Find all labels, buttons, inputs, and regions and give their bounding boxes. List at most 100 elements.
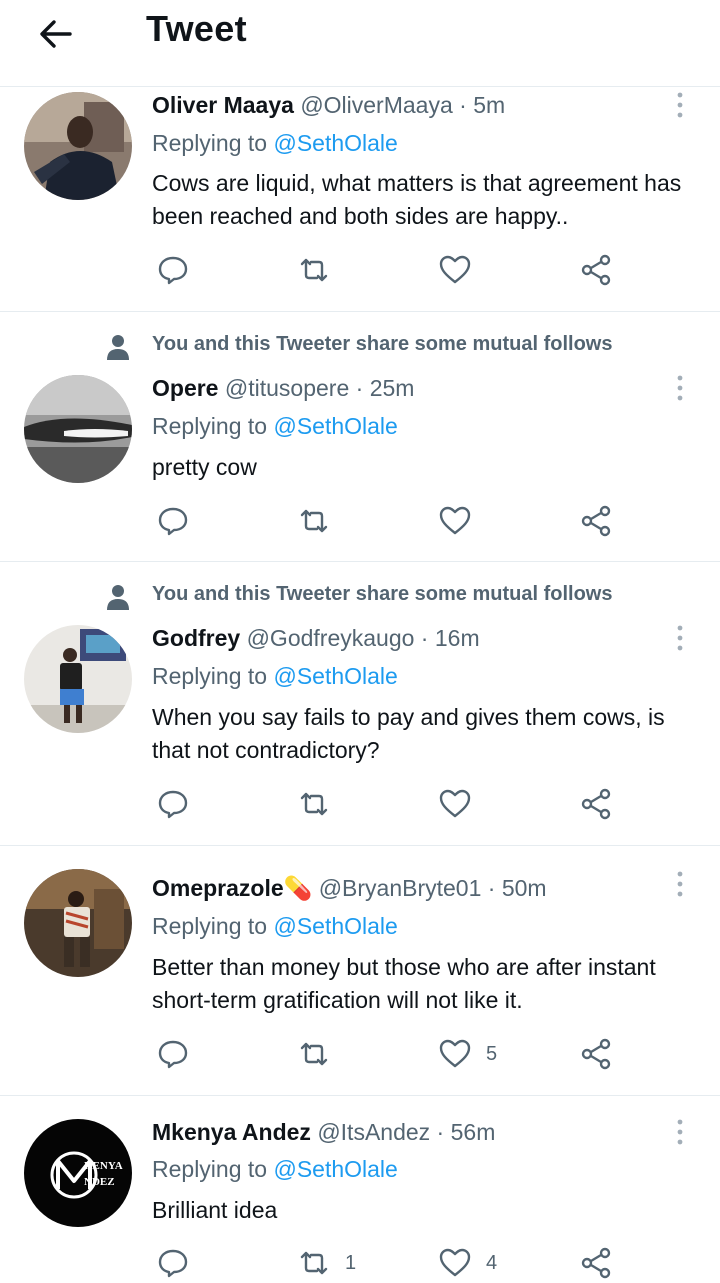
avatar-logo-line2: NDEZ: [84, 1176, 115, 1188]
reply-mention-link[interactable]: @SethOlale: [273, 413, 397, 439]
reply-mention-link[interactable]: @SethOlale: [273, 913, 397, 939]
tweet-reply[interactable]: Omeprazole💊 @BryanBryte01 · 50m Replying…: [0, 845, 720, 1096]
reply-mention-link[interactable]: @SethOlale: [273, 663, 397, 689]
avatar[interactable]: KENYA NDEZ: [24, 1119, 132, 1227]
tweet-header: Mkenya Andez @ItsAndez · 56m: [152, 1119, 495, 1146]
tweet-text: When you say fails to pay and gives them…: [152, 704, 665, 763]
replying-to-label: Replying to: [152, 913, 268, 939]
retweet-button[interactable]: [297, 1034, 345, 1074]
retweet-button[interactable]: [297, 784, 345, 824]
separator-dot: ·: [355, 375, 364, 401]
tweet-time[interactable]: 5m: [473, 92, 505, 118]
reply-button[interactable]: [156, 1034, 190, 1074]
tweet-reply[interactable]: Oliver Maaya @OliverMaaya · 5m Replying …: [0, 86, 720, 312]
tweet-header: Godfrey @Godfreykaugo · 16m: [152, 625, 480, 652]
tweet-actions: [152, 501, 622, 541]
tweet-time[interactable]: 50m: [502, 875, 547, 901]
like-count: 5: [486, 1042, 498, 1065]
social-context: You and this Tweeter share some mutual f…: [152, 583, 613, 605]
more-options-icon[interactable]: [670, 623, 690, 653]
heart-icon: [439, 506, 471, 535]
reply-mention-link[interactable]: @SethOlale: [273, 130, 397, 156]
author-handle[interactable]: @ItsAndez: [317, 1119, 430, 1145]
separator-dot: ·: [459, 92, 467, 118]
share-button[interactable]: [579, 1034, 613, 1074]
author-handle[interactable]: @OliverMaaya: [300, 92, 452, 118]
replying-to: Replying to @SethOlale: [152, 413, 398, 440]
retweet-icon: [300, 1042, 328, 1066]
replying-to: Replying to @SethOlale: [152, 130, 398, 157]
like-button[interactable]: 5: [438, 1034, 497, 1074]
pill-emoji: 💊: [283, 875, 313, 901]
reply-icon: [158, 256, 188, 285]
page-title: Tweet: [146, 8, 247, 49]
retweet-icon: [300, 1251, 328, 1275]
tweet-text: pretty cow: [152, 454, 257, 480]
like-button[interactable]: 4: [438, 1243, 497, 1283]
like-button[interactable]: [438, 501, 486, 541]
reply-button[interactable]: [156, 784, 190, 824]
author-name[interactable]: Omeprazole: [152, 875, 284, 901]
avatar[interactable]: [24, 869, 132, 977]
replying-to: Replying to @SethOlale: [152, 663, 398, 690]
reply-icon: [158, 1249, 188, 1278]
tweet-actions: [152, 784, 622, 824]
avatar-logo-line1: KENYA: [84, 1160, 123, 1172]
more-options-icon[interactable]: [670, 373, 690, 403]
share-button[interactable]: [579, 250, 613, 290]
heart-icon: [439, 1039, 471, 1068]
separator-dot: ·: [436, 1119, 445, 1145]
share-button[interactable]: [579, 501, 613, 541]
tweet-header: Oliver Maaya @OliverMaaya · 5m: [152, 92, 505, 119]
author-handle[interactable]: @Godfreykaugo: [247, 625, 415, 651]
tweet-reply[interactable]: KENYA NDEZ Mkenya Andez @ItsAndez · 56m …: [0, 1095, 720, 1281]
author-handle[interactable]: @titusopere: [225, 375, 349, 401]
retweet-icon: [300, 509, 328, 533]
share-button[interactable]: [579, 784, 613, 824]
replying-to: Replying to @SethOlale: [152, 1156, 398, 1183]
reply-icon: [158, 790, 188, 819]
reply-button[interactable]: [156, 501, 190, 541]
like-button[interactable]: [438, 250, 486, 290]
retweet-button[interactable]: [297, 250, 345, 290]
author-name[interactable]: Oliver Maaya: [152, 92, 294, 118]
person-icon: [107, 335, 129, 360]
reply-icon: [158, 1040, 188, 1069]
retweet-button[interactable]: 1: [297, 1243, 356, 1283]
author-name[interactable]: Godfrey: [152, 625, 240, 651]
reply-button[interactable]: [156, 1243, 190, 1283]
tweet-time[interactable]: 16m: [435, 625, 480, 651]
reply-mention-link[interactable]: @SethOlale: [273, 1156, 397, 1182]
share-button[interactable]: [579, 1243, 613, 1283]
reply-button[interactable]: [156, 250, 190, 290]
tweet-text: Brilliant idea: [152, 1197, 278, 1223]
author-name[interactable]: Opere: [152, 375, 218, 401]
avatar[interactable]: [24, 625, 132, 733]
tweet-actions: 1 4: [152, 1243, 622, 1283]
avatar[interactable]: [24, 375, 132, 483]
avatar[interactable]: [24, 92, 132, 200]
more-options-icon[interactable]: [670, 90, 690, 120]
like-button[interactable]: [438, 784, 486, 824]
share-icon: [581, 1247, 611, 1279]
separator-dot: ·: [420, 625, 429, 651]
more-options-icon[interactable]: [670, 869, 690, 899]
tweet-time[interactable]: 25m: [370, 375, 415, 401]
tweet-text: Better than money but those who are afte…: [152, 954, 656, 1013]
tweet-actions: [152, 250, 622, 290]
separator-dot: ·: [487, 875, 496, 901]
retweet-count: 1: [345, 1251, 357, 1274]
arrow-left-icon[interactable]: [36, 14, 76, 54]
tweet-header: Omeprazole💊 @BryanBryte01 · 50m: [152, 875, 547, 902]
tweet-reply[interactable]: You and this Tweeter share some mutual f…: [0, 561, 720, 846]
more-options-icon[interactable]: [670, 1117, 690, 1147]
retweet-icon: [300, 258, 328, 282]
tweet-reply[interactable]: You and this Tweeter share some mutual f…: [0, 311, 720, 562]
replying-to-label: Replying to: [152, 663, 268, 689]
retweet-button[interactable]: [297, 501, 345, 541]
author-handle[interactable]: @BryanBryte01: [319, 875, 482, 901]
replying-to-label: Replying to: [152, 130, 268, 156]
tweet-text: Cows are liquid, what matters is that ag…: [152, 170, 682, 229]
author-name[interactable]: Mkenya Andez: [152, 1119, 311, 1145]
tweet-time[interactable]: 56m: [451, 1119, 496, 1145]
